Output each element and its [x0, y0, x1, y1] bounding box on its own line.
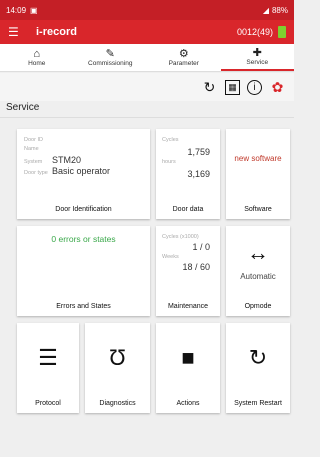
- maintenance-cycles-value: 1 / 0: [192, 242, 210, 252]
- refresh-icon[interactable]: ↻: [201, 79, 218, 96]
- door-data-title: Door data: [172, 206, 204, 213]
- edit-icon: ✎: [105, 48, 115, 60]
- name-label: Name: [24, 146, 39, 152]
- errors-title: Errors and States: [56, 303, 111, 310]
- double-arrow-icon: ↔: [247, 240, 269, 265]
- door-identification-card[interactable]: Door ID Name System STM20 Door type Basic …: [17, 129, 150, 219]
- app-title: i-record: [36, 26, 77, 38]
- software-title: Software: [244, 206, 272, 213]
- hours-value: 3,169: [187, 169, 210, 179]
- hours-label: hours: [162, 159, 176, 165]
- calendar-icon[interactable]: ▦: [225, 79, 240, 95]
- status-bar: 14:09 ▣ ◢ 88%: [0, 0, 294, 20]
- actions-card[interactable]: ■ Actions: [156, 323, 220, 413]
- tab-service[interactable]: ✚ Service: [220, 44, 294, 71]
- battery-icon: [278, 26, 286, 38]
- tab-service-label: Service: [246, 59, 269, 66]
- maintenance-card[interactable]: Cycles (x1000) 1 / 0 Weeks 18 / 60 Maint…: [156, 226, 220, 316]
- clapperboard-icon: ■: [181, 345, 195, 370]
- errors-card[interactable]: 0 errors or states Errors and States: [17, 226, 150, 316]
- cycles-label: Cycles: [162, 137, 179, 143]
- maintenance-title: Maintenance: [167, 303, 209, 310]
- door-data-card[interactable]: Cycles 1,759 hours 3,169 Door data: [156, 129, 220, 219]
- diagnostics-card[interactable]: Ʊ Diagnostics: [85, 323, 150, 413]
- menu-icon[interactable]: ☰: [8, 25, 26, 39]
- status-battery-text: 88%: [271, 5, 288, 15]
- system-restart-title: System Restart: [234, 400, 282, 407]
- protocol-card[interactable]: ☰ Protocol: [17, 323, 79, 413]
- door-identification-title: Door Identification: [55, 206, 112, 213]
- device-id: 0012(49): [236, 27, 273, 37]
- protocol-list-icon: ☰: [38, 345, 58, 370]
- app-bar: ☰ i-record 0012(49): [0, 20, 294, 44]
- opmode-value: Automatic: [240, 272, 276, 281]
- toolbar: ↻ ▦ i ✿: [0, 73, 294, 101]
- weeks-label: Weeks: [162, 254, 179, 260]
- door-id-label: Door ID: [24, 137, 43, 143]
- door-type-value: Basic operator: [52, 166, 111, 176]
- software-card[interactable]: new software Software: [226, 129, 290, 219]
- lifebuoy-icon[interactable]: ✿: [269, 79, 286, 96]
- section-divider: [0, 117, 294, 118]
- section-title: Service: [6, 102, 40, 113]
- status-signal-icon: ◢: [262, 5, 269, 15]
- gear-icon: ⚙: [178, 48, 189, 60]
- device-indicator[interactable]: 0012(49): [237, 26, 286, 38]
- cycles-value: 1,759: [187, 147, 210, 157]
- tab-parameter-label: Parameter: [168, 60, 199, 67]
- status-right: ◢ 88%: [263, 6, 288, 15]
- home-icon: ⌂: [33, 48, 41, 60]
- info-icon[interactable]: i: [247, 79, 262, 95]
- opmode-card[interactable]: ↔ Automatic Opmode: [226, 226, 290, 316]
- weeks-value: 18 / 60: [182, 262, 210, 272]
- maintenance-cycles-label: Cycles (x1000): [162, 234, 199, 240]
- tab-commissioning[interactable]: ✎ Commissioning: [74, 44, 148, 71]
- system-value: STM20: [52, 155, 82, 165]
- system-label: System: [24, 159, 43, 165]
- tab-home[interactable]: ⌂ Home: [0, 44, 74, 71]
- tab-bar: ⌂ Home ✎ Commissioning ⚙ Parameter ✚ Ser…: [0, 44, 294, 72]
- diagnostics-title: Diagnostics: [99, 400, 136, 407]
- tab-commissioning-label: Commissioning: [88, 60, 133, 67]
- restart-icon: ↻: [248, 345, 268, 370]
- tab-parameter[interactable]: ⚙ Parameter: [147, 44, 221, 71]
- protocol-title: Protocol: [35, 400, 61, 407]
- wrench-icon: ✚: [252, 47, 262, 59]
- software-status: new software: [234, 154, 282, 163]
- status-time: 14:09: [6, 5, 27, 15]
- status-image-icon: ▣: [30, 5, 38, 15]
- opmode-title: Opmode: [244, 303, 272, 310]
- tab-home-label: Home: [28, 60, 46, 67]
- stethoscope-icon: Ʊ: [109, 345, 126, 370]
- door-type-label: Door type: [24, 170, 48, 176]
- actions-title: Actions: [176, 400, 200, 407]
- system-restart-card[interactable]: ↻ System Restart: [226, 323, 290, 413]
- errors-status: 0 errors or states: [51, 234, 116, 244]
